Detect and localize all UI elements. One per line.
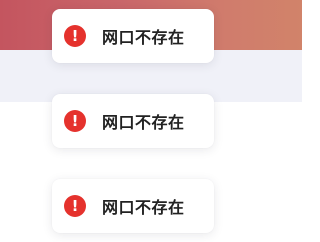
app-screen: ! 网口不存在 ! 网口不存在 ! 网口不存在 bbox=[0, 0, 302, 242]
error-icon: ! bbox=[64, 195, 86, 217]
error-icon: ! bbox=[64, 110, 86, 132]
error-toast: ! 网口不存在 bbox=[52, 94, 214, 148]
toast-message: 网口不存在 bbox=[102, 198, 185, 217]
toast-message: 网口不存在 bbox=[102, 113, 185, 132]
error-toast: ! 网口不存在 bbox=[52, 179, 214, 233]
error-toast: ! 网口不存在 bbox=[52, 9, 214, 63]
error-icon: ! bbox=[64, 25, 86, 47]
toast-message: 网口不存在 bbox=[102, 28, 185, 47]
